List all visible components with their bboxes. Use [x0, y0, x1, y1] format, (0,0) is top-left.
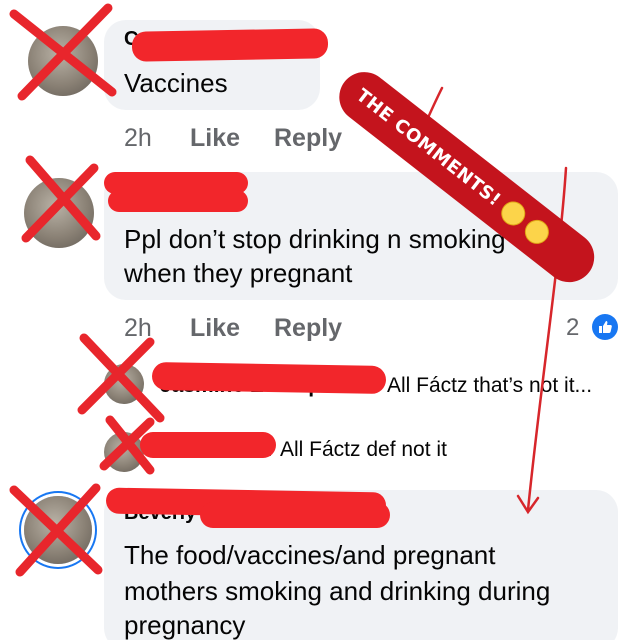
like-button[interactable]: Like [190, 124, 240, 153]
avatar[interactable] [24, 496, 92, 564]
reply-text: All Fáctz def not it [280, 438, 447, 461]
name-redaction [140, 432, 276, 458]
comment-text: Ppl don’t stop drinking n smoking [124, 224, 506, 254]
name-redaction [151, 361, 387, 395]
comment-text: when they pregnant [124, 258, 353, 288]
comment-text: pregnancy [124, 610, 246, 640]
reply-text: All Fáctz that’s not it... [387, 374, 593, 397]
comment-time[interactable]: 2h [124, 314, 152, 343]
comment-text: mothers smoking and drinking during [124, 576, 551, 606]
comment-time[interactable]: 2h [124, 124, 152, 153]
comment-text: The food/vaccines/and pregnant [124, 540, 496, 570]
reaction-count[interactable]: 2 [566, 314, 579, 342]
name-redaction [131, 28, 329, 62]
like-button[interactable]: Like [190, 314, 240, 343]
face-with-rolling-eyes-icon [496, 196, 530, 231]
comment-text: Vaccines [124, 68, 228, 98]
avatar[interactable] [104, 432, 144, 472]
name-redaction [108, 190, 248, 212]
name-redaction [200, 502, 390, 528]
reply-button[interactable]: Reply [274, 314, 342, 343]
avatar[interactable] [28, 26, 98, 96]
reply-button[interactable]: Reply [274, 124, 342, 153]
pleading-face-icon [519, 214, 554, 249]
avatar[interactable] [24, 178, 94, 248]
thumbs-up-icon[interactable] [592, 314, 618, 340]
avatar[interactable] [104, 364, 144, 404]
